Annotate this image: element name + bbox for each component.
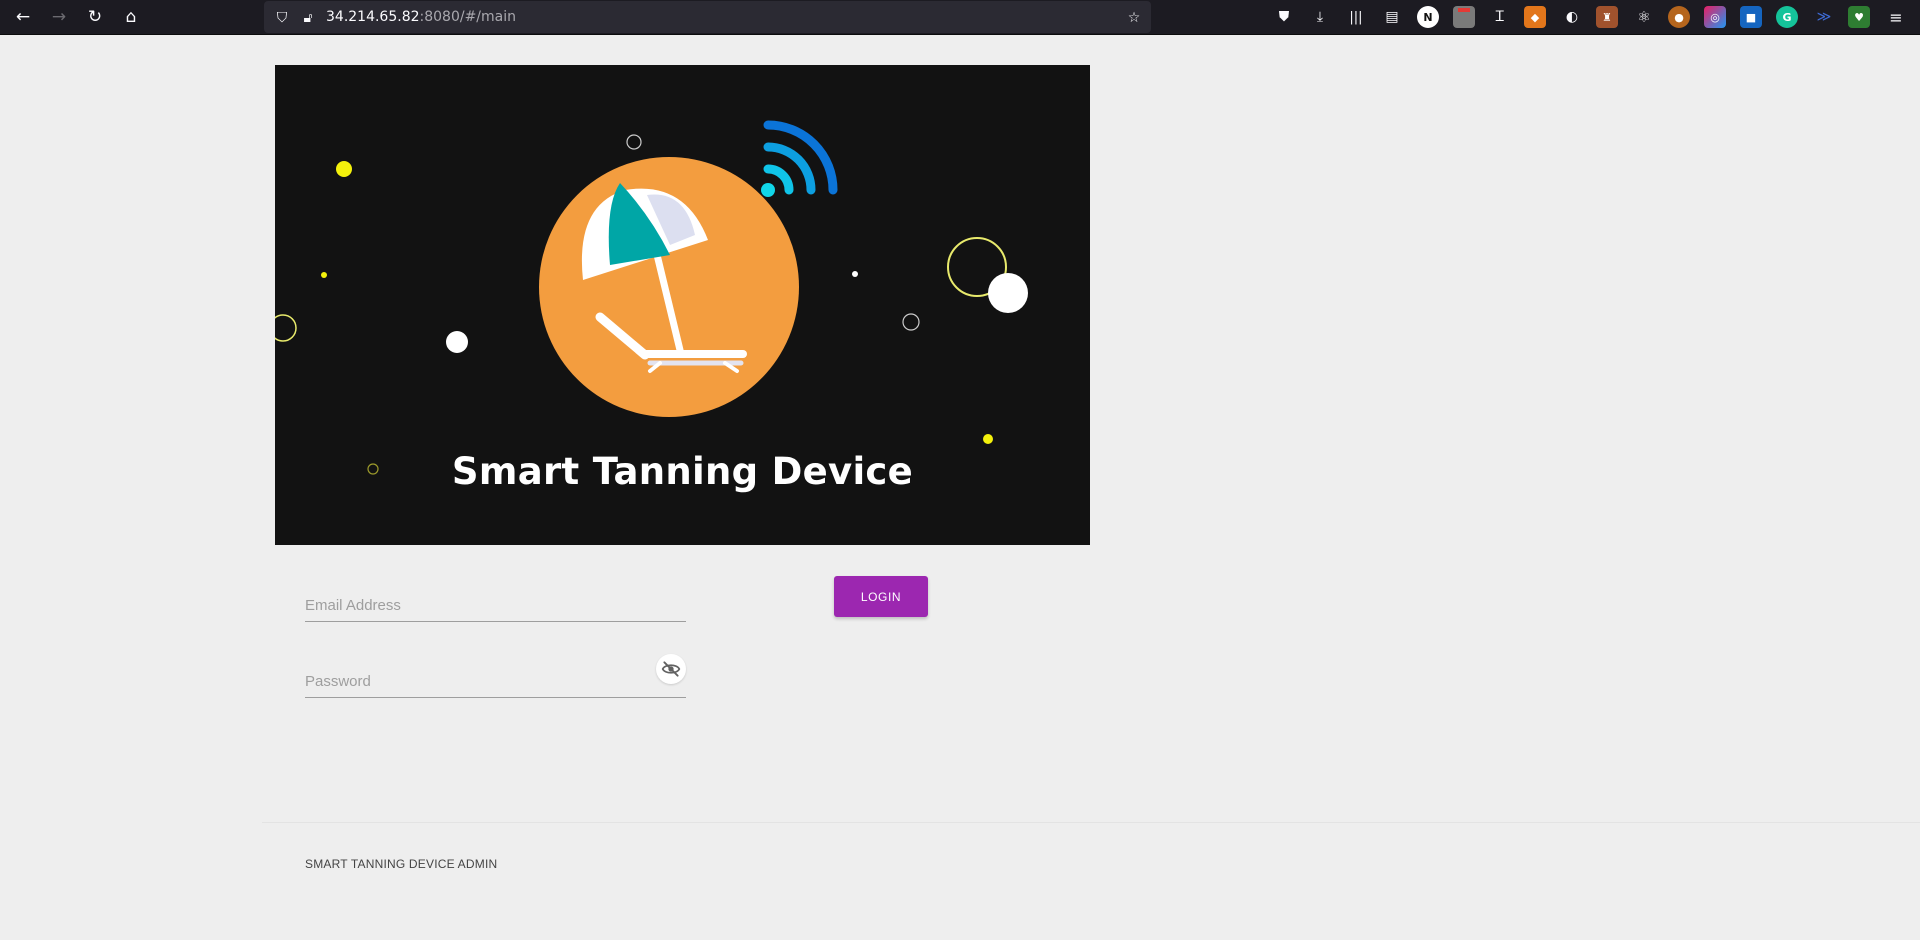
menu-icon[interactable]: ≡ xyxy=(1883,4,1909,30)
home-icon[interactable]: ⌂ xyxy=(118,4,144,30)
password-input[interactable] xyxy=(305,669,645,693)
hero-banner: Smart Tanning Device xyxy=(275,65,1090,545)
white-dot xyxy=(446,331,468,353)
downloads-icon[interactable]: ⤓ xyxy=(1307,4,1333,30)
color-icon[interactable]: ◎ xyxy=(1704,6,1726,28)
email-field[interactable] xyxy=(305,582,686,622)
email-input[interactable] xyxy=(305,593,645,617)
ublock-icon[interactable]: ◐ xyxy=(1559,4,1585,30)
back-arrow-icon[interactable]: ← xyxy=(10,4,36,30)
shield-icon[interactable]: ⛉ xyxy=(272,7,292,27)
metamask-icon[interactable]: ◆ xyxy=(1524,6,1546,28)
yellow-dot xyxy=(336,161,352,177)
ring-decoration xyxy=(275,314,297,342)
eye-off-icon xyxy=(661,661,681,677)
translate-icon[interactable]: Ꮖ xyxy=(1487,4,1513,30)
grammarly-icon[interactable]: G xyxy=(1776,6,1798,28)
castle-icon[interactable]: ♜ xyxy=(1596,6,1618,28)
notion-icon[interactable]: N xyxy=(1417,6,1439,28)
white-dot-small xyxy=(852,271,858,277)
ring-decoration-right xyxy=(902,313,920,331)
footer-text: SMART TANNING DEVICE ADMIN xyxy=(305,857,498,871)
password-field[interactable] xyxy=(305,654,686,698)
url-bar[interactable]: ⛉ 🔓︎ 34.214.65.82:8080/#/main ☆ xyxy=(264,1,1151,33)
url-text[interactable]: 34.214.65.82:8080/#/main xyxy=(326,9,516,25)
toggle-password-visibility-button[interactable] xyxy=(656,654,686,684)
hero-title: Smart Tanning Device xyxy=(451,450,914,493)
wifi-icon xyxy=(761,120,838,197)
react-icon[interactable]: ⚛ xyxy=(1631,4,1657,30)
bookmark-star-icon[interactable]: ☆ xyxy=(1124,7,1144,27)
browser-toolbar: ← → ↻ ⌂ ⛉ 🔓︎ 34.214.65.82:8080/#/main ☆ … xyxy=(0,0,1920,35)
cookie-icon[interactable]: ● xyxy=(1668,6,1690,28)
shield-extension-icon[interactable]: ♥ xyxy=(1848,6,1870,28)
lock-icon[interactable]: 🔓︎ xyxy=(298,7,318,27)
pocket-icon[interactable]: ⛊ xyxy=(1271,4,1297,30)
login-button[interactable]: LOGIN xyxy=(834,576,928,617)
yellow-dot-right xyxy=(983,434,993,444)
footer-divider xyxy=(262,822,1920,823)
library-icon[interactable]: ||| xyxy=(1343,4,1369,30)
forward-arrow-icon[interactable]: → xyxy=(46,4,72,30)
reader-view-icon[interactable]: ▤ xyxy=(1379,4,1405,30)
bookmark-icon[interactable]: ≫ xyxy=(1811,4,1837,30)
reload-icon[interactable]: ↻ xyxy=(82,4,108,30)
extension-badge-icon[interactable] xyxy=(1453,6,1475,28)
white-circle xyxy=(988,273,1028,313)
save-icon[interactable]: ■ xyxy=(1740,6,1762,28)
yellow-dot-small xyxy=(321,272,327,278)
ring-decoration-top xyxy=(626,134,642,150)
